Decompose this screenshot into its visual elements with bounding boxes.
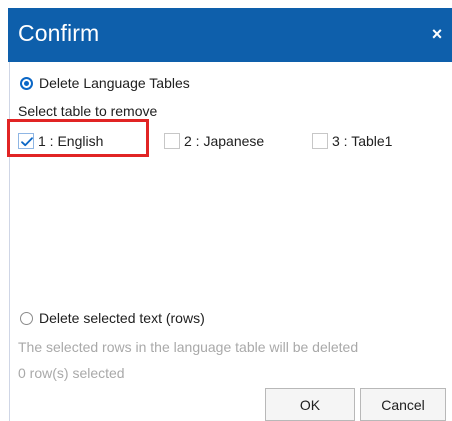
delete-language-tables-option[interactable]: Delete Language Tables [20, 74, 190, 92]
english-checkbox[interactable] [18, 133, 34, 149]
confirm-dialog: Confirm × Delete Language Tables Select … [0, 0, 452, 421]
delete-selected-text-radio[interactable] [20, 311, 33, 325]
delete-language-tables-label: Delete Language Tables [39, 75, 190, 91]
delete-rows-description: The selected rows in the language table … [18, 339, 359, 355]
delete-language-tables-radio[interactable] [20, 76, 33, 90]
table-option-table1[interactable]: 3 : Table1 [312, 132, 392, 150]
table1-table-label: 3 : Table1 [332, 133, 393, 149]
checkmark-icon [21, 137, 33, 147]
dialog-titlebar: Confirm × [8, 8, 452, 62]
dialog-title: Confirm [18, 20, 100, 46]
close-icon[interactable]: × [426, 23, 448, 45]
table-option-japanese[interactable]: 2 : Japanese [164, 132, 264, 150]
delete-selected-text-option[interactable]: Delete selected text (rows) [20, 309, 205, 327]
select-table-label: Select table to remove [18, 103, 158, 119]
table-option-english[interactable]: 1 : English [18, 132, 103, 150]
japanese-table-label: 2 : Japanese [184, 133, 265, 149]
rows-selected-count: 0 row(s) selected [18, 365, 125, 381]
delete-selected-text-label: Delete selected text (rows) [39, 310, 205, 326]
japanese-checkbox[interactable] [164, 133, 180, 149]
english-table-label: 1 : English [38, 133, 104, 149]
ok-button[interactable]: OK [265, 388, 355, 421]
cancel-button[interactable]: Cancel [360, 388, 446, 421]
table1-checkbox[interactable] [312, 133, 328, 149]
dialog-left-border [9, 62, 10, 421]
